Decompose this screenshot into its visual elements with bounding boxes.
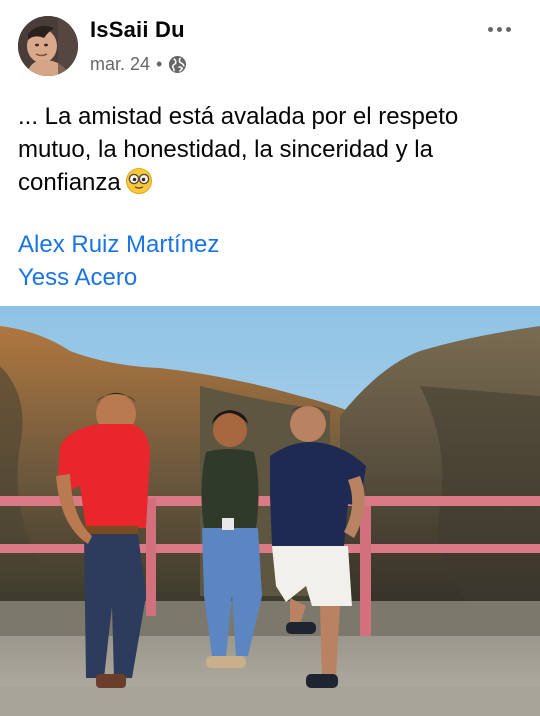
globe-icon	[168, 55, 187, 74]
meta-separator: •	[156, 54, 163, 74]
more-options-icon[interactable]	[482, 18, 516, 40]
author-avatar[interactable]	[18, 16, 78, 76]
nerd-glasses-emoji-icon	[125, 167, 153, 195]
post-message-text: ... La amistad está avalada por el respe…	[18, 103, 459, 196]
post-header: IsSaii Du mar. 24 •	[0, 0, 540, 90]
tagged-people: Alex Ruiz Martínez Yess Acero	[18, 228, 219, 294]
post-message: ... La amistad está avalada por el respe…	[18, 100, 518, 199]
author-name[interactable]: IsSaii Du	[90, 17, 185, 43]
post-date[interactable]: mar. 24	[90, 54, 150, 75]
tagged-person-link[interactable]: Yess Acero	[18, 261, 219, 294]
tagged-person-link[interactable]: Alex Ruiz Martínez	[18, 228, 219, 261]
post-photo[interactable]	[0, 306, 540, 716]
post-meta: mar. 24 •	[90, 54, 187, 75]
